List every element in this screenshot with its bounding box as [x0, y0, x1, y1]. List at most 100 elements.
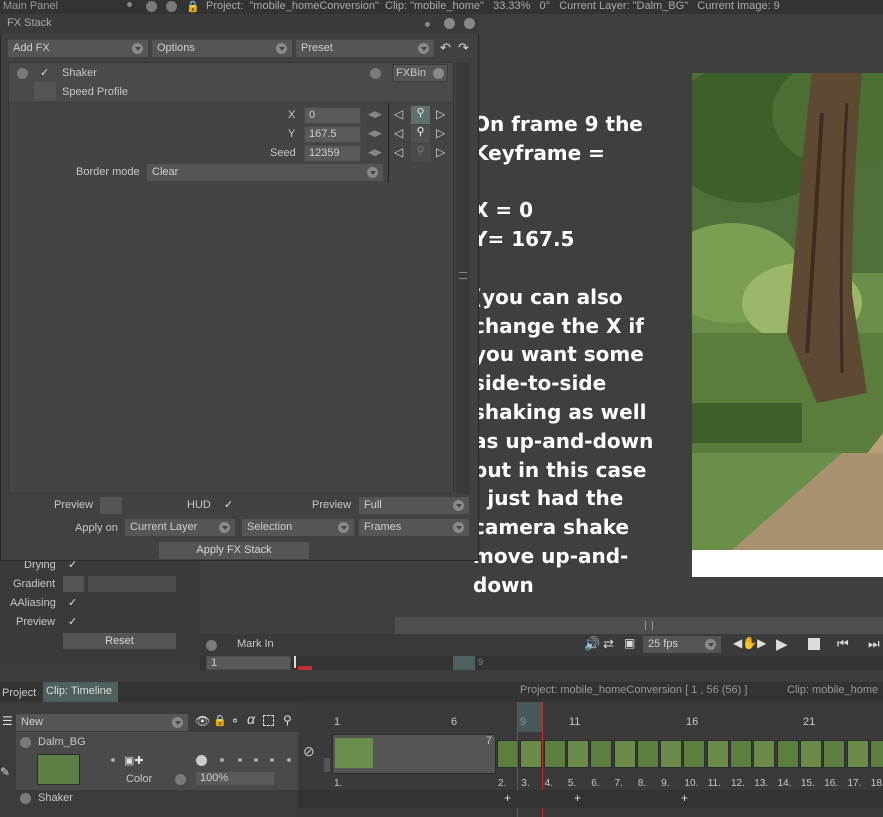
prev-keyframe-icon[interactable]: ◁ — [394, 107, 403, 121]
layer-mode-icon[interactable]: ▣✚ — [124, 754, 144, 767]
current-frame-input[interactable]: 1 — [206, 656, 291, 670]
alpha-icon[interactable]: α — [247, 711, 255, 727]
preview-mode-dropdown[interactable]: Full — [359, 497, 469, 514]
param-x-drag-icon[interactable]: ◀▶ — [368, 109, 382, 120]
frames-dropdown[interactable]: Frames — [359, 519, 469, 536]
add-keyframe-icon[interactable]: + — [574, 791, 581, 805]
layers-icon[interactable]: ☰ — [2, 714, 13, 728]
param-x-input[interactable]: 0 — [304, 107, 361, 124]
timeline-frame-cell[interactable] — [683, 740, 706, 768]
fxbin-button[interactable]: FXBin — [392, 64, 448, 82]
preview-check-icon[interactable]: ✓ — [68, 615, 77, 628]
scrub-hand-icon[interactable]: ◀✋▶ — [733, 636, 766, 650]
timeline-frame-cell[interactable] — [823, 740, 846, 768]
timeline-frame-cell[interactable] — [497, 740, 519, 768]
no-sound-icon[interactable]: ⊘ — [303, 743, 315, 760]
undo-icon[interactable]: ↶ — [440, 40, 451, 56]
prev-keyframe-icon[interactable]: ◁ — [394, 126, 403, 140]
apply-on-dropdown[interactable]: Current Layer — [125, 519, 235, 536]
redo-icon[interactable]: ↷ — [458, 40, 469, 56]
aaliasing-check-icon[interactable]: ✓ — [68, 596, 77, 609]
timeline-ruler[interactable] — [330, 702, 883, 732]
add-fx-dropdown[interactable]: Add FX — [8, 40, 148, 57]
fx-scrollbar[interactable] — [456, 62, 470, 494]
layer-thumbnail[interactable] — [37, 754, 80, 785]
speed-profile-swatch[interactable] — [34, 82, 56, 100]
add-keyframe-icon[interactable]: + — [681, 791, 688, 805]
collapse-icon[interactable] — [146, 1, 157, 12]
timeline-frame-cell[interactable] — [869, 740, 883, 768]
loop-icon[interactable]: ⇄ — [603, 636, 614, 652]
visibility-icon[interactable]: 👁 — [195, 714, 210, 728]
timeline-frame-cell[interactable] — [590, 740, 613, 768]
effect-enabled-check-icon[interactable]: ✓ — [40, 66, 49, 79]
go-to-start-icon[interactable]: ⏮ — [837, 636, 849, 652]
frame-scrubber-marker[interactable] — [453, 656, 475, 670]
gradient-swatch[interactable] — [63, 576, 84, 592]
stop-icon[interactable] — [808, 638, 820, 650]
close-fx-icon[interactable] — [464, 18, 475, 29]
fit-icon[interactable]: ▣ — [624, 636, 635, 650]
timeline-frame-cell[interactable] — [520, 740, 543, 768]
canvas-image[interactable] — [692, 73, 883, 550]
timeline-frame-cell[interactable] — [799, 740, 822, 768]
playback-collapse-icon[interactable] — [206, 640, 217, 651]
preview-swatch[interactable] — [100, 497, 122, 514]
timeline-frame-cell[interactable] — [613, 740, 636, 768]
timeline-frame-cell[interactable] — [706, 740, 729, 768]
lock-layer-icon[interactable]: 🔒 — [213, 714, 227, 727]
search-layer-icon[interactable]: ⚲ — [283, 713, 292, 727]
sound-icon[interactable]: 🔊 — [584, 636, 600, 652]
go-to-end-icon[interactable]: ⏭ — [868, 636, 880, 652]
selection-mask-icon[interactable] — [263, 715, 274, 726]
light-icon[interactable]: ⚬ — [230, 714, 240, 728]
timeline-frame-cell[interactable] — [543, 740, 566, 768]
timeline-frame-cell[interactable] — [846, 740, 869, 768]
add-keyframe-icon[interactable]: + — [504, 791, 511, 805]
keyframe-key-icon[interactable]: ⚲ — [411, 144, 430, 162]
opacity-input[interactable]: 100% — [195, 771, 275, 786]
selection-dropdown[interactable]: Selection — [242, 519, 354, 536]
keyframe-key-icon[interactable]: ⚲ — [411, 106, 430, 124]
gradient-bar[interactable] — [88, 576, 176, 592]
param-y-input[interactable]: 167.5 — [304, 126, 361, 143]
menu-dot-icon[interactable] — [425, 22, 430, 27]
prev-keyframe-icon[interactable]: ◁ — [394, 145, 403, 159]
brush-icon[interactable]: ✎ — [0, 765, 10, 779]
menu-dot-icon[interactable] — [127, 2, 132, 7]
border-mode-dropdown[interactable]: Clear — [147, 164, 383, 181]
next-keyframe-icon[interactable]: ▷ — [436, 145, 445, 159]
timeline-frame-cell[interactable] — [753, 740, 776, 768]
tab-project[interactable]: Project — [2, 687, 36, 699]
fx-stack-titlebar[interactable]: FX Stack — [0, 14, 479, 34]
timeline-frame-cell[interactable] — [776, 740, 799, 768]
layer-collapse-icon[interactable] — [20, 737, 31, 748]
play-icon[interactable]: ▶ — [776, 635, 788, 653]
param-seed-drag-icon[interactable]: ◀▶ — [368, 147, 382, 158]
fps-dropdown[interactable]: 25 fps — [643, 636, 721, 653]
keyframe-key-icon[interactable]: ⚲ — [411, 125, 430, 143]
param-seed-input[interactable]: 12359 — [304, 145, 361, 162]
options-dropdown[interactable]: Options — [152, 40, 292, 57]
viewport-hscroll[interactable] — [395, 617, 883, 634]
timeline-frame-cell[interactable] — [636, 740, 659, 768]
color-minus-icon[interactable] — [175, 774, 186, 785]
collapse-fx-icon[interactable] — [444, 18, 455, 29]
effect-menu-icon[interactable] — [370, 68, 381, 79]
timeline-frame-cell[interactable] — [730, 740, 752, 768]
apply-fx-stack-button[interactable]: Apply FX Stack — [159, 542, 309, 559]
effect-collapse-icon[interactable] — [17, 68, 28, 79]
lock-icon[interactable]: 🔒 — [186, 0, 200, 13]
layer-dot-large-icon[interactable] — [196, 755, 207, 766]
hud-check-icon[interactable]: ✓ — [224, 498, 233, 511]
preset-dropdown[interactable]: Preset — [296, 40, 434, 57]
timeline-frame-cell[interactable] — [660, 740, 683, 768]
new-layer-dropdown[interactable]: New — [16, 714, 188, 731]
next-keyframe-icon[interactable]: ▷ — [436, 107, 445, 121]
timeline-frame-cell[interactable] — [566, 740, 589, 768]
tab-timeline[interactable]: Clip: Timeline — [43, 682, 118, 702]
shaker-collapse-icon[interactable] — [20, 793, 31, 804]
next-keyframe-icon[interactable]: ▷ — [436, 126, 445, 140]
close-main-icon[interactable] — [166, 1, 177, 12]
track-handle-icon[interactable] — [324, 758, 330, 772]
